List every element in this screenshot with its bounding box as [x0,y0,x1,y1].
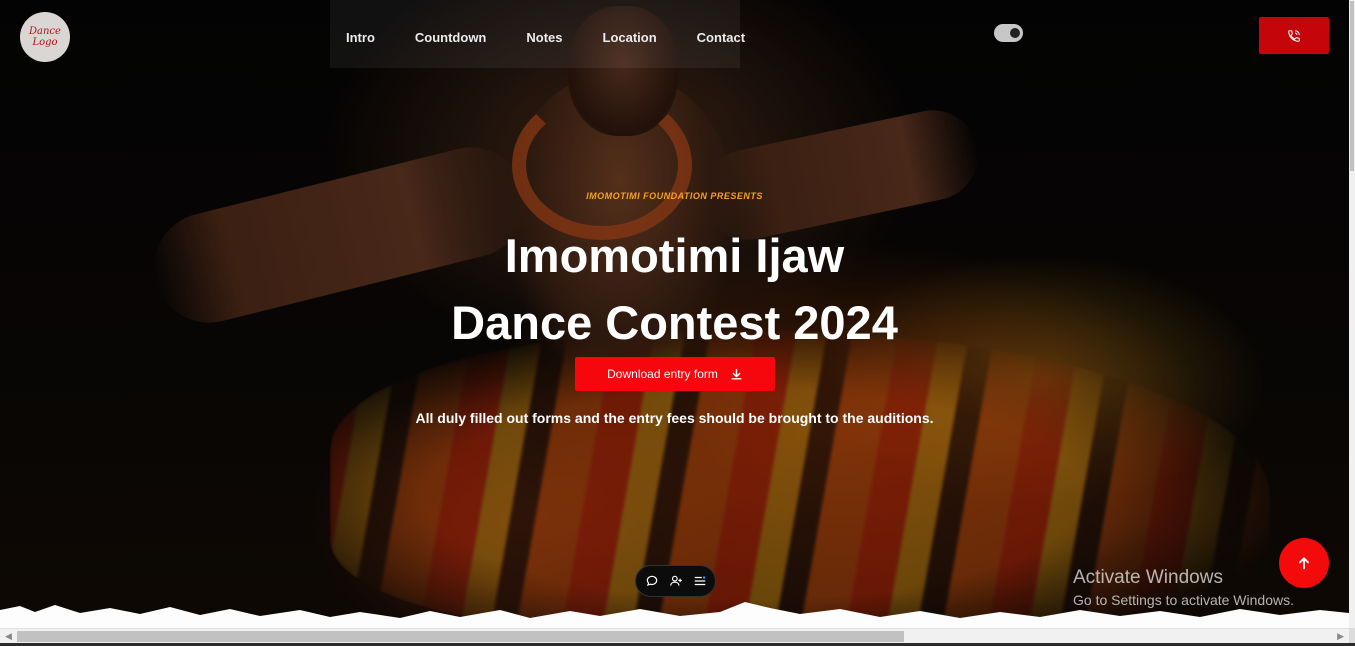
nav-item-intro[interactable]: Intro [346,30,375,45]
floating-dock [635,565,716,597]
main-nav: Intro Countdown Notes Location Contact [346,30,785,45]
scroll-left-icon[interactable]: ◀ [5,631,12,642]
hero-section: Dance Logo Intro Countdown Notes Locatio… [0,0,1349,628]
hero-eyebrow: IMOMOTIMI FOUNDATION PRESENTS [586,191,763,201]
arrow-up-icon [1299,557,1309,570]
scroll-right-icon[interactable]: ▶ [1337,631,1344,642]
nav-item-location[interactable]: Location [603,30,657,45]
watermark-title: Activate Windows [1073,567,1223,588]
vertical-scrollbar[interactable] [1349,0,1355,628]
hero-note: All duly filled out forms and the entry … [415,410,934,426]
vertical-scroll-thumb[interactable] [1350,1,1354,171]
chat-icon[interactable] [644,573,660,589]
toggle-icon [1010,28,1020,38]
logo-line-1: Dance [29,26,61,37]
torn-paper-edge [0,602,1349,628]
settings-list-icon[interactable] [692,573,708,589]
call-button[interactable] [1259,17,1329,54]
theme-toggle[interactable] [994,24,1023,42]
hero-title-line-2: Dance Contest 2024 [451,296,898,349]
logo-line-2: Logo [32,37,58,48]
nav-item-countdown[interactable]: Countdown [415,30,486,45]
download-entry-form-button[interactable]: Download entry form [575,357,775,391]
phone-icon [1288,29,1300,42]
add-user-icon[interactable] [668,573,684,589]
hero-title-line-1: Imomotimi Ijaw [504,229,845,282]
hero-title: Imomotimi Ijaw Dance Contest 2024 [0,222,1349,356]
download-button-label: Download entry form [607,367,718,381]
nav-item-notes[interactable]: Notes [526,30,562,45]
horizontal-scrollbar[interactable]: ◀ ▶ [0,628,1349,643]
nav-item-contact[interactable]: Contact [697,30,745,45]
horizontal-scroll-thumb[interactable] [17,631,904,642]
scroll-to-top-button[interactable] [1279,538,1329,588]
download-icon [731,368,742,380]
site-logo[interactable]: Dance Logo [20,12,70,62]
